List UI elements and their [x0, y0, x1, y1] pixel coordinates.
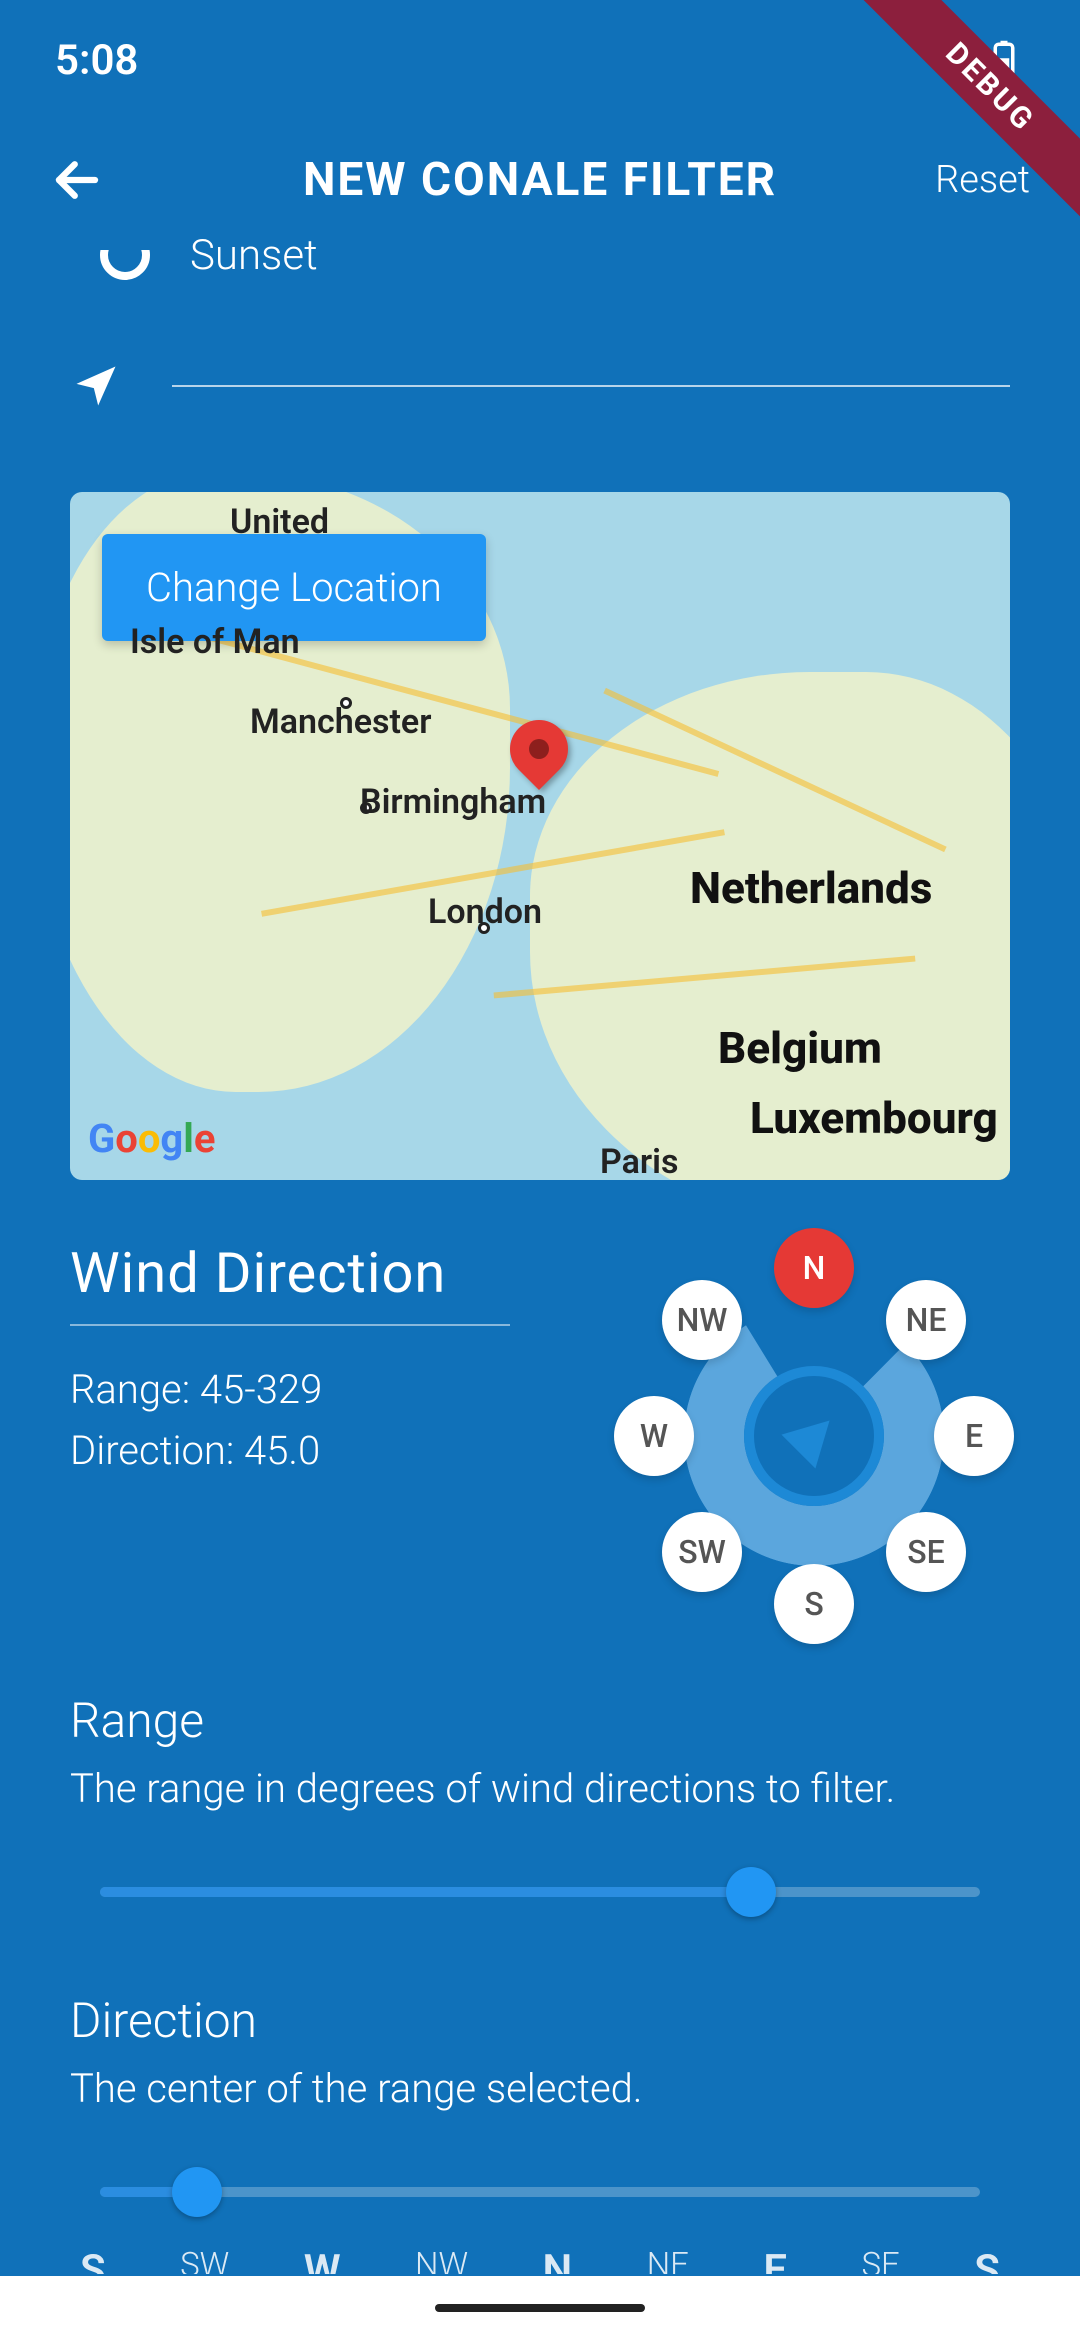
map-city-label: Manchester	[250, 702, 431, 742]
location-arrow-icon[interactable]	[70, 360, 122, 412]
direction-ticks: S SW W NW N NE E SE S	[80, 2246, 1000, 2274]
compass-dir-s[interactable]: S	[774, 1564, 854, 1644]
compass-dir-e[interactable]: E	[934, 1396, 1014, 1476]
google-attribution: Google	[88, 1115, 215, 1162]
status-bar: 5:08	[0, 0, 1080, 120]
compass-dir-se[interactable]: SE	[886, 1512, 966, 1592]
compass-center	[744, 1366, 884, 1506]
page-title: NEW CONALE FILTER	[303, 153, 777, 207]
range-slider[interactable]	[100, 1862, 980, 1922]
compass-dir-sw[interactable]: SW	[662, 1512, 742, 1592]
direction-title: Direction	[70, 1992, 1010, 2049]
range-desc: The range in degrees of wind directions …	[70, 1765, 1010, 1812]
direction-slider[interactable]	[100, 2162, 980, 2222]
android-nav-bar	[0, 2276, 1080, 2340]
map-country-label: Luxembourg	[750, 1092, 998, 1144]
map-country-label: Netherlands	[690, 862, 932, 914]
wind-title: Wind Direction	[70, 1240, 578, 1306]
compass-dir-n[interactable]: N	[774, 1228, 854, 1308]
map-country-label: Belgium	[718, 1022, 882, 1074]
map-city-label: Paris	[600, 1142, 678, 1180]
range-title: Range	[70, 1692, 1010, 1749]
compass-dir-ne[interactable]: NE	[886, 1280, 966, 1360]
compass-dir-nw[interactable]: NW	[662, 1280, 742, 1360]
map[interactable]: Change Location United Isle of Man Manch…	[70, 492, 1010, 1180]
location-search-row	[70, 360, 1010, 412]
range-section: Range The range in degrees of wind direc…	[70, 1692, 1010, 1922]
battery-icon	[983, 39, 1025, 81]
back-button[interactable]	[50, 153, 104, 207]
wind-direction-value: Direction: 45.0	[70, 1427, 578, 1474]
direction-desc: The center of the range selected.	[70, 2065, 1010, 2112]
direction-section: Direction The center of the range select…	[70, 1992, 1010, 2274]
map-city-label: Isle of Man	[130, 622, 300, 662]
wind-range-value: Range: 45-329	[70, 1366, 578, 1413]
wind-direction-section: Wind Direction Range: 45-329 Direction: …	[70, 1240, 1010, 1632]
map-pin-icon[interactable]	[510, 720, 568, 798]
compass-arrow-icon	[781, 1403, 846, 1468]
app-bar: NEW CONALE FILTER Reset	[0, 120, 1080, 240]
range-slider-thumb[interactable]	[726, 1867, 776, 1917]
nav-pill-icon[interactable]	[435, 2304, 645, 2312]
arrow-left-icon	[50, 153, 104, 207]
wifi-icon	[921, 39, 963, 81]
location-input[interactable]	[172, 385, 1010, 387]
status-time: 5:08	[55, 36, 138, 85]
compass-dir-w[interactable]: W	[614, 1396, 694, 1476]
map-city-label: London	[428, 892, 542, 932]
compass-dial[interactable]: N NE E SE S SW W NW	[618, 1240, 1010, 1632]
direction-slider-thumb[interactable]	[172, 2167, 222, 2217]
map-city-label: United	[230, 502, 329, 542]
reset-button[interactable]: Reset	[935, 158, 1030, 202]
